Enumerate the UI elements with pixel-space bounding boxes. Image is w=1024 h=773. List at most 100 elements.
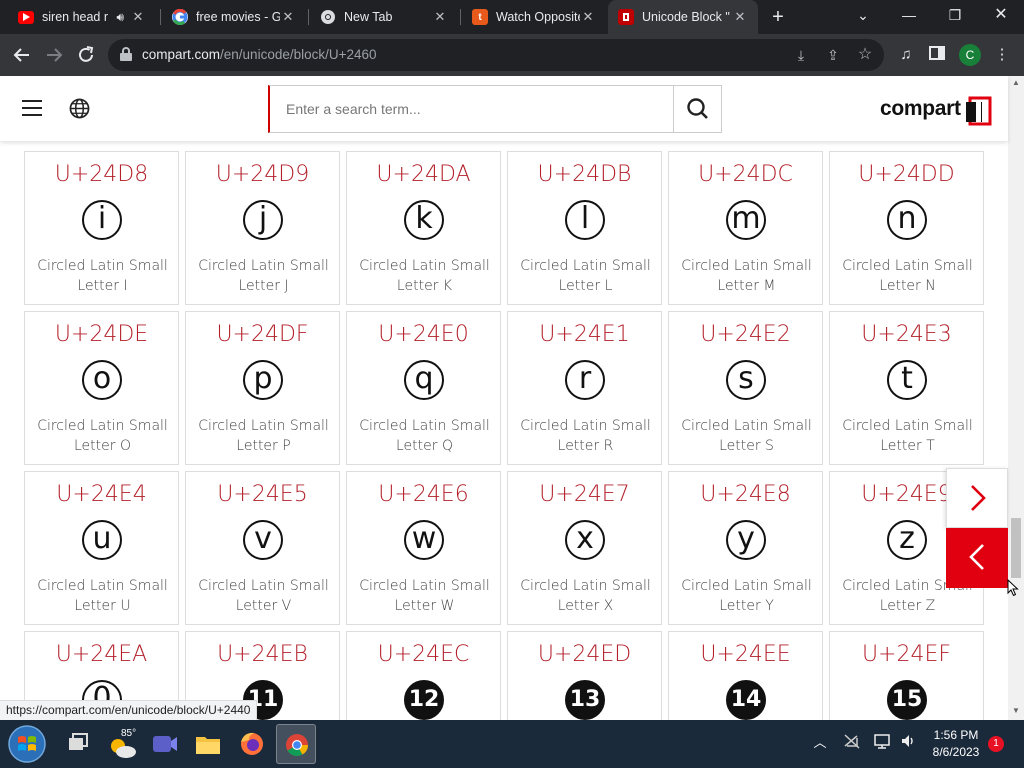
close-window-button[interactable]: ✕ <box>978 0 1024 34</box>
character-card[interactable]: U+24EC 12 <box>346 631 501 720</box>
character-card[interactable]: U+24E0 q Circled Latin Small Letter Q <box>346 311 501 465</box>
character-name: Circled Latin Small Letter Y <box>681 578 812 614</box>
t-icon: t <box>472 9 488 25</box>
character-card[interactable]: U+24D8 i Circled Latin Small Letter I <box>24 151 179 305</box>
character-glyph: 12 <box>404 680 444 720</box>
speaker-icon[interactable]: 🔊︎ <box>116 10 124 25</box>
character-card[interactable]: U+24E7 x Circled Latin Small Letter X <box>507 471 662 625</box>
character-name: Circled Latin Small Letter M <box>681 258 812 294</box>
show-hidden-icons-button[interactable]: ︿ <box>810 732 830 754</box>
firefox-icon[interactable] <box>232 724 272 764</box>
compart-logo-mark <box>966 96 992 126</box>
character-card[interactable]: U+24E8 y Circled Latin Small Letter Y <box>668 471 823 625</box>
character-card[interactable]: U+24ED 13 <box>507 631 662 720</box>
character-glyph: k <box>404 200 444 240</box>
close-tab-icon[interactable]: ✕ <box>732 9 748 25</box>
address-bar[interactable]: compart.com/en/unicode/block/U+2460 ⤓ ⇪ … <box>108 39 884 71</box>
tab-youtube[interactable]: siren head r 🔊︎ ✕ <box>8 0 156 34</box>
lock-icon[interactable] <box>120 47 132 61</box>
restore-button[interactable]: ❐ <box>932 0 978 34</box>
character-card[interactable]: U+24E3 t Circled Latin Small Letter T <box>829 311 984 465</box>
tab-new-tab[interactable]: New Tab ✕ <box>310 0 458 34</box>
mouse-cursor-icon <box>1007 579 1019 597</box>
page-scrollbar[interactable]: ▲ ▼ <box>1008 76 1024 720</box>
character-card[interactable]: U+24DF p Circled Latin Small Letter P <box>185 311 340 465</box>
code-point: U+24D8 <box>54 162 149 187</box>
character-card[interactable]: U+24EE 14 <box>668 631 823 720</box>
character-card[interactable]: U+24D9 j Circled Latin Small Letter J <box>185 151 340 305</box>
share-icon[interactable]: ⇪ <box>824 46 842 64</box>
reload-icon <box>79 46 94 62</box>
code-point: U+24E0 <box>378 322 469 347</box>
clock-time: 1:56 PM <box>933 728 979 742</box>
character-name: Circled Latin Small Letter O <box>37 418 168 454</box>
character-glyph: t <box>887 360 927 400</box>
url-text[interactable]: compart.com/en/unicode/block/U+2460 <box>142 39 377 71</box>
side-panel-icon[interactable] <box>927 45 947 65</box>
character-card[interactable]: U+24E2 s Circled Latin Small Letter S <box>668 311 823 465</box>
link-status-bar: https://compart.com/en/unicode/block/U+2… <box>0 700 258 720</box>
previous-block-button[interactable] <box>946 528 1008 588</box>
close-tab-icon[interactable]: ✕ <box>580 9 596 25</box>
chrome-taskbar-icon[interactable] <box>276 724 316 764</box>
tab-watch-opposite[interactable]: t Watch Opposite ✕ <box>462 0 606 34</box>
character-card[interactable]: U+24DA k Circled Latin Small Letter K <box>346 151 501 305</box>
tab-title: free movies - Go <box>196 10 280 24</box>
tab-google[interactable]: free movies - Go ✕ <box>162 0 306 34</box>
forward-button[interactable] <box>42 43 66 67</box>
character-card[interactable]: U+24DE o Circled Latin Small Letter O <box>24 311 179 465</box>
volume-icon[interactable] <box>898 732 918 757</box>
start-button[interactable] <box>0 720 54 768</box>
arrow-left-icon <box>13 48 29 62</box>
character-card[interactable]: U+24EF 15 <box>829 631 984 720</box>
close-tab-icon[interactable]: ✕ <box>130 9 146 25</box>
back-button[interactable] <box>10 43 34 67</box>
character-card[interactable]: U+24DC m Circled Latin Small Letter M <box>668 151 823 305</box>
chevron-right-icon <box>971 485 986 511</box>
notification-badge[interactable]: 1 <box>988 736 1004 752</box>
code-point: U+24E5 <box>217 482 308 507</box>
compart-logo[interactable]: compart <box>880 94 992 126</box>
character-card[interactable]: U+24DD n Circled Latin Small Letter N <box>829 151 984 305</box>
tab-search-icon[interactable]: ⌄ <box>840 0 886 34</box>
hamburger-menu-icon[interactable] <box>22 100 42 116</box>
code-point: U+24E7 <box>539 482 630 507</box>
media-controls-icon[interactable]: ♫ <box>896 45 916 65</box>
file-explorer-icon[interactable] <box>188 724 228 764</box>
system-clock[interactable]: 1:56 PM 8/6/2023 <box>928 727 984 761</box>
install-icon[interactable]: ⤓ <box>792 46 810 64</box>
code-point: U+24E1 <box>539 322 630 347</box>
scroll-up-arrow[interactable]: ▲ <box>1008 76 1024 90</box>
next-block-button[interactable] <box>946 468 1008 528</box>
scroll-down-arrow[interactable]: ▼ <box>1008 704 1024 718</box>
character-glyph: o <box>82 360 122 400</box>
search-button[interactable] <box>673 86 721 132</box>
page-viewport: compart U+24D8 i Circled Latin Small Lette… <box>0 76 1024 720</box>
video-call-icon[interactable] <box>144 724 184 764</box>
profile-avatar[interactable]: C <box>959 44 981 66</box>
close-tab-icon[interactable]: ✕ <box>280 9 296 25</box>
character-glyph: 13 <box>565 680 605 720</box>
character-card[interactable]: U+24E6 w Circled Latin Small Letter W <box>346 471 501 625</box>
character-card[interactable]: U+24E1 r Circled Latin Small Letter R <box>507 311 662 465</box>
network-icon[interactable] <box>842 732 862 757</box>
search-input[interactable] <box>270 86 674 132</box>
minimize-button[interactable]: — <box>886 0 932 34</box>
character-glyph: l <box>565 200 605 240</box>
reload-button[interactable] <box>74 43 98 67</box>
close-tab-icon[interactable]: ✕ <box>432 9 448 25</box>
scrollbar-thumb[interactable] <box>1011 518 1021 578</box>
new-tab-button[interactable]: + <box>766 5 790 29</box>
task-view-icon[interactable] <box>58 724 98 764</box>
character-card[interactable]: U+24E4 u Circled Latin Small Letter U <box>24 471 179 625</box>
character-card[interactable]: U+24E5 v Circled Latin Small Letter V <box>185 471 340 625</box>
menu-kebab-icon[interactable]: ⋮ <box>992 45 1012 65</box>
tab-unicode-block[interactable]: Unicode Block " ✕ <box>608 0 758 34</box>
google-icon <box>172 9 188 25</box>
bookmark-star-icon[interactable]: ☆ <box>856 46 874 64</box>
globe-icon[interactable] <box>69 98 90 119</box>
character-name: Circled Latin Small Letter K <box>359 258 490 294</box>
code-point: U+24E8 <box>700 482 791 507</box>
display-icon[interactable] <box>872 732 892 757</box>
character-card[interactable]: U+24DB l Circled Latin Small Letter L <box>507 151 662 305</box>
